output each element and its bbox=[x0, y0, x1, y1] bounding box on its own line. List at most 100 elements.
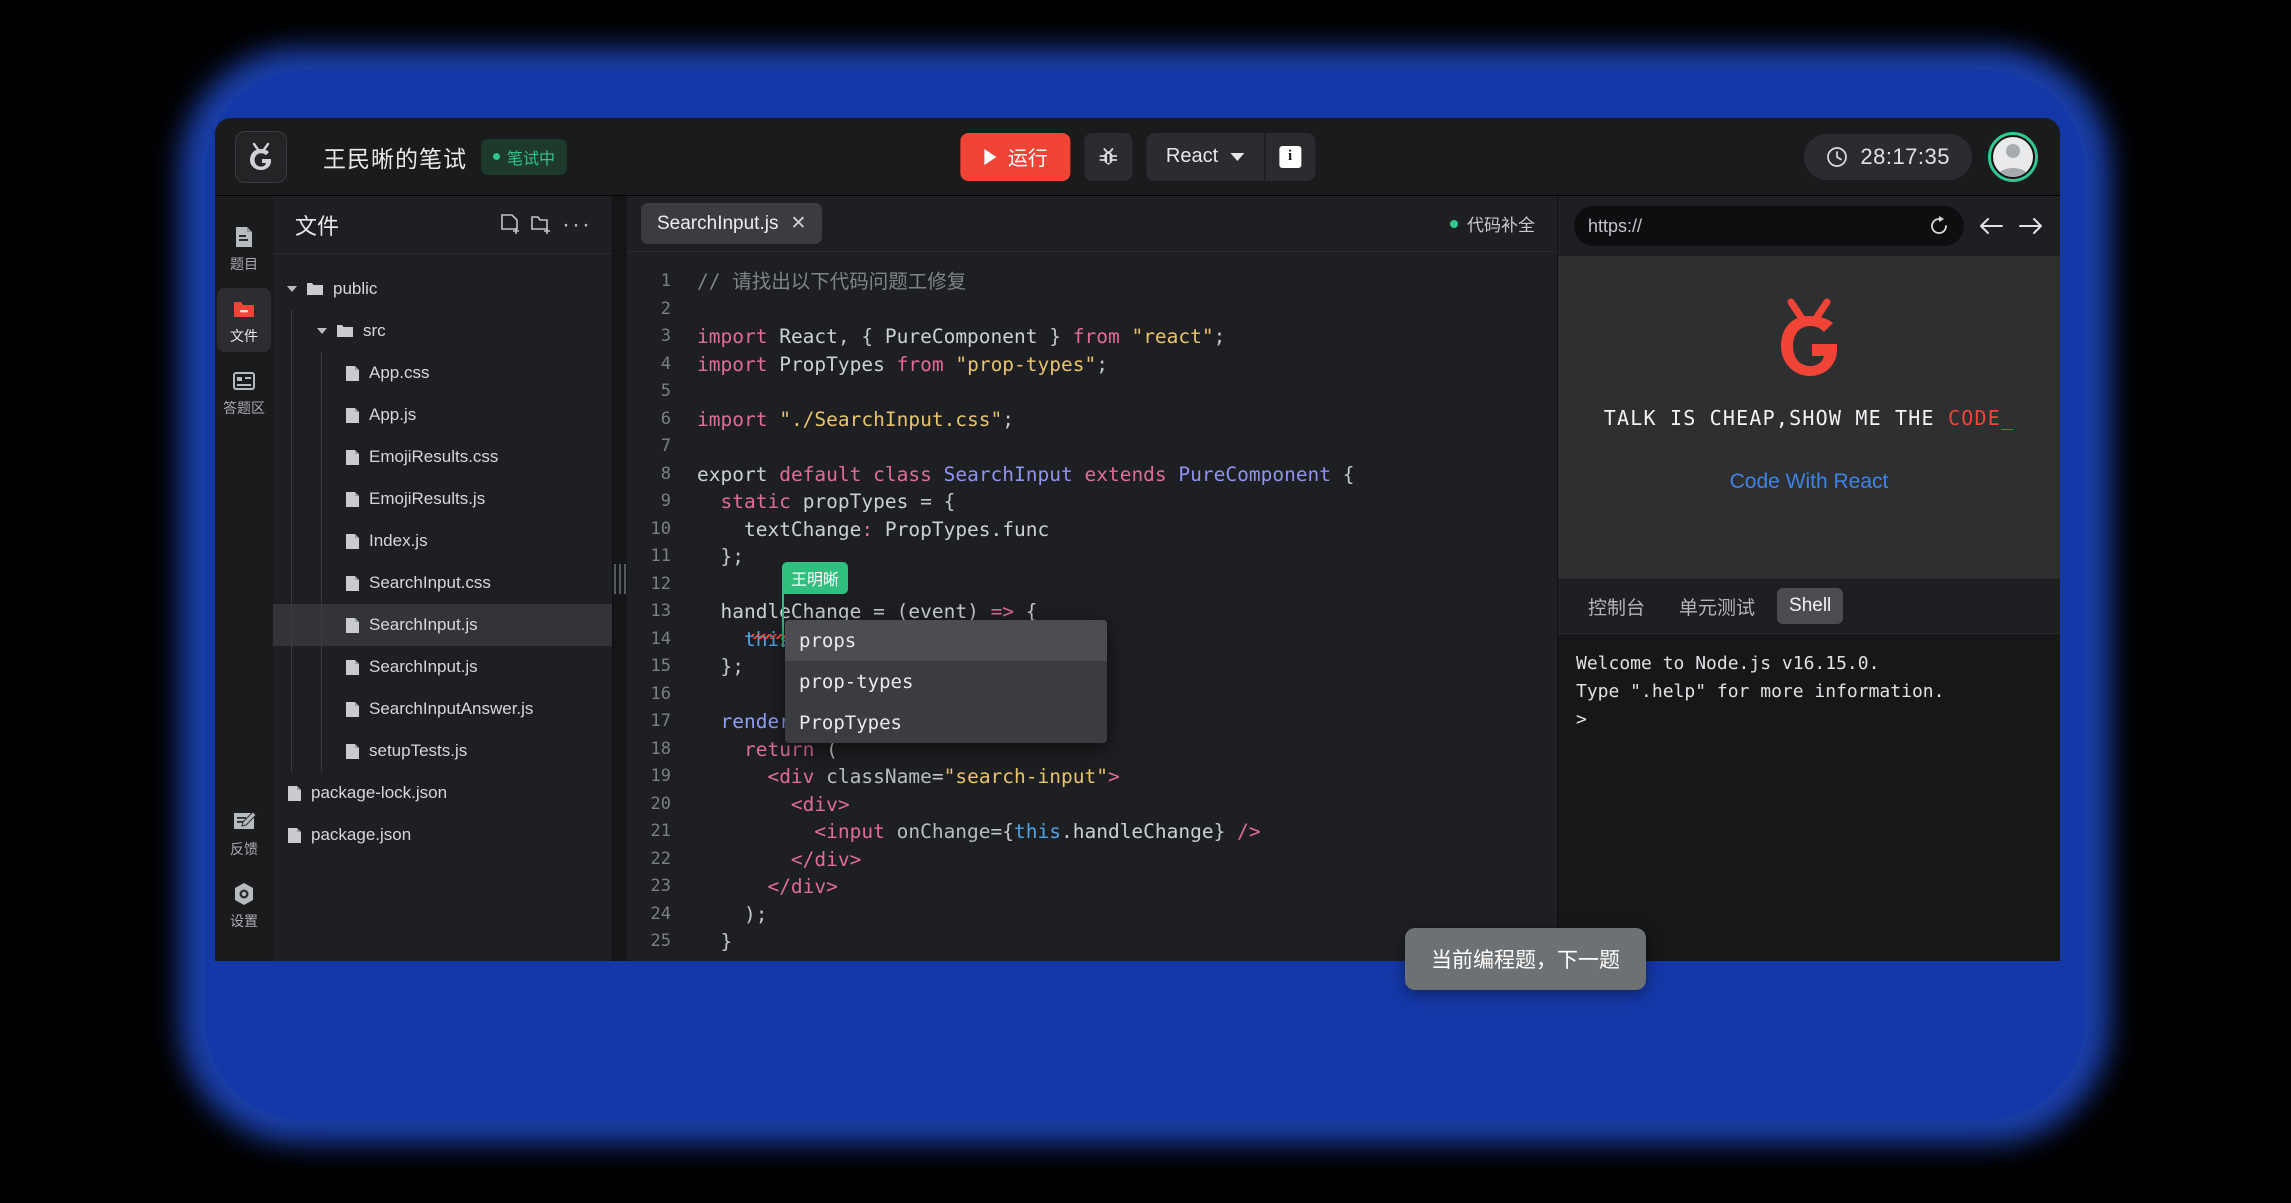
tree-file-app-css[interactable]: App.css bbox=[273, 352, 612, 394]
app-header: 王民晰的笔试 笔试中 运行 React i 28:17:35 bbox=[215, 118, 2060, 196]
avatar-image bbox=[1993, 136, 2033, 177]
tree-file-searchinputanswer-js[interactable]: SearchInputAnswer.js bbox=[273, 688, 612, 730]
sidebar-item-problem-label: 题目 bbox=[230, 256, 258, 272]
new-file-icon[interactable] bbox=[500, 213, 520, 236]
line-number: 22 bbox=[650, 848, 671, 869]
file-icon bbox=[346, 617, 359, 633]
line-number: 13 bbox=[650, 601, 671, 621]
line-number: 6 bbox=[660, 408, 671, 429]
tree-file-package-json[interactable]: package.json bbox=[273, 814, 612, 856]
tab-unit-test[interactable]: 单元测试 bbox=[1667, 586, 1767, 627]
code-line: 10 textChange: PropTypes.func bbox=[627, 516, 1557, 544]
tree-file-searchinput-js-2[interactable]: SearchInput.js bbox=[273, 646, 612, 688]
next-question-tooltip: 当前编程题，下一题 bbox=[1405, 928, 1646, 990]
file-explorer-header: 文件 ··· bbox=[273, 196, 612, 254]
code-line: 20 <div> bbox=[627, 791, 1557, 819]
console-output[interactable]: Welcome to Node.js v16.15.0. Type ".help… bbox=[1558, 634, 2060, 961]
arrow-right-icon bbox=[2019, 218, 2042, 234]
chevron-down-icon bbox=[287, 286, 297, 292]
brand-logo-icon[interactable] bbox=[235, 130, 287, 183]
tree-file-index-js[interactable]: Index.js bbox=[273, 520, 612, 562]
framework-dropdown[interactable]: React bbox=[1146, 133, 1264, 181]
run-button-label: 运行 bbox=[1007, 148, 1048, 170]
timer-value: 28:17:35 bbox=[1860, 143, 1950, 169]
file-icon bbox=[346, 659, 359, 675]
tree-item-label: src bbox=[363, 321, 386, 340]
preview-panel: https:// TALK IS CHEAP,SHOW ME THE CODE_… bbox=[1557, 196, 2060, 961]
forward-button[interactable] bbox=[2018, 216, 2044, 236]
line-number: 8 bbox=[660, 463, 671, 484]
sidebar-item-problem[interactable]: 题目 bbox=[217, 216, 271, 280]
autocomplete-item-proptypes[interactable]: PropTypes bbox=[785, 702, 1107, 743]
line-content: <input onChange={this.handleChange} /> bbox=[814, 820, 1261, 843]
status-dot-icon bbox=[493, 153, 500, 160]
tree-item-label: public bbox=[333, 279, 378, 298]
tab-console[interactable]: 控制台 bbox=[1576, 586, 1657, 627]
sidebar-item-files[interactable]: 文件 bbox=[217, 288, 271, 352]
line-content: export default class SearchInput extends… bbox=[697, 462, 1355, 486]
line-number: 18 bbox=[650, 738, 671, 759]
folder-icon bbox=[307, 283, 323, 295]
code-line: 7 bbox=[627, 433, 1557, 461]
tree-folder-public[interactable]: public bbox=[273, 268, 612, 310]
autocomplete-status[interactable]: 代码补全 bbox=[1450, 211, 1535, 236]
file-tree: public src App.css App.js EmojiResults.c… bbox=[273, 254, 612, 856]
tree-item-label: Index.js bbox=[369, 531, 428, 550]
code-lines: 1// 请找出以下代码问题工修复 2 3 import React, { PureCo… bbox=[627, 252, 1557, 956]
tree-file-package-lock-json[interactable]: package-lock.json bbox=[273, 772, 612, 814]
sidebar-item-feedback[interactable]: 反馈 bbox=[217, 801, 271, 865]
line-number: 11 bbox=[650, 546, 671, 566]
niuke-bug-logo-icon bbox=[1781, 298, 1837, 376]
debug-button[interactable] bbox=[1083, 132, 1132, 181]
file-icon bbox=[346, 365, 359, 381]
bug-icon bbox=[1099, 147, 1117, 165]
sidebar-item-settings[interactable]: 设置 bbox=[217, 873, 271, 937]
preview-urlbar: https:// bbox=[1558, 196, 2060, 256]
console-panel: 控制台 单元测试 Shell Welcome to Node.js v16.15… bbox=[1558, 578, 2060, 961]
avatar[interactable] bbox=[1988, 131, 2038, 182]
preview-link[interactable]: Code With React bbox=[1730, 470, 1889, 494]
line-number: 10 bbox=[650, 518, 671, 539]
code-canvas[interactable]: 1// 请找出以下代码问题工修复 2 3 import React, { PureCo… bbox=[627, 252, 1557, 961]
code-line: 3 import React, { PureComponent } from "r… bbox=[627, 323, 1557, 351]
file-icon bbox=[346, 743, 359, 759]
tree-file-app-js[interactable]: App.js bbox=[273, 394, 612, 436]
new-folder-icon[interactable] bbox=[530, 214, 552, 236]
line-content: <div> bbox=[790, 792, 850, 816]
autocomplete-item-props[interactable]: props bbox=[785, 620, 1107, 661]
autocomplete-item-prop-types[interactable]: prop-types bbox=[785, 661, 1107, 702]
line-content: </div> bbox=[767, 875, 838, 898]
tree-file-emojiresults-css[interactable]: EmojiResults.css bbox=[273, 436, 612, 478]
tree-file-searchinput-css[interactable]: SearchInput.css bbox=[273, 562, 612, 604]
run-button[interactable]: 运行 bbox=[959, 132, 1070, 181]
tree-file-searchinput-js-selected[interactable]: SearchInput.js bbox=[273, 604, 612, 646]
close-icon[interactable]: ✕ bbox=[790, 212, 806, 235]
tab-searchinput-js[interactable]: SearchInput.js ✕ bbox=[641, 203, 823, 244]
line-content: ); bbox=[743, 902, 768, 926]
sidebar-item-answer-area[interactable]: 答题区 bbox=[217, 360, 271, 424]
line-number: 4 bbox=[660, 353, 671, 374]
tree-item-label: App.css bbox=[369, 363, 430, 382]
line-content: static propTypes = { bbox=[720, 490, 956, 513]
console-tabs: 控制台 单元测试 Shell bbox=[1558, 578, 2060, 634]
file-icon bbox=[346, 533, 359, 549]
line-content: import PropTypes from "prop-types"; bbox=[697, 352, 1108, 376]
more-options-icon[interactable]: ··· bbox=[562, 212, 592, 236]
tree-item-label: setupTests.js bbox=[369, 741, 468, 760]
answer-area-icon bbox=[233, 372, 255, 390]
tab-shell[interactable]: Shell bbox=[1777, 588, 1844, 624]
panel-splitter[interactable] bbox=[613, 196, 627, 961]
refresh-icon[interactable] bbox=[1928, 215, 1950, 237]
preview-tagline-white: TALK IS CHEAP,SHOW ME THE bbox=[1603, 406, 1949, 430]
tree-file-setuptests-js[interactable]: setupTests.js bbox=[273, 730, 612, 772]
code-editor-panel: SearchInput.js ✕ 代码补全 1// 请找出以下代码问题工修复 2 3… bbox=[627, 196, 1557, 961]
url-input[interactable]: https:// bbox=[1574, 206, 1964, 246]
info-button[interactable]: i bbox=[1265, 145, 1315, 168]
autocomplete-popup[interactable]: props prop-types PropTypes bbox=[785, 620, 1107, 743]
tree-folder-src[interactable]: src bbox=[273, 310, 612, 352]
back-button[interactable] bbox=[1978, 216, 2004, 236]
line-number: 17 bbox=[650, 711, 671, 731]
file-explorer-title: 文件 bbox=[295, 213, 340, 239]
tree-file-emojiresults-js[interactable]: EmojiResults.js bbox=[273, 478, 612, 520]
tree-item-label: SearchInputAnswer.js bbox=[369, 699, 534, 718]
